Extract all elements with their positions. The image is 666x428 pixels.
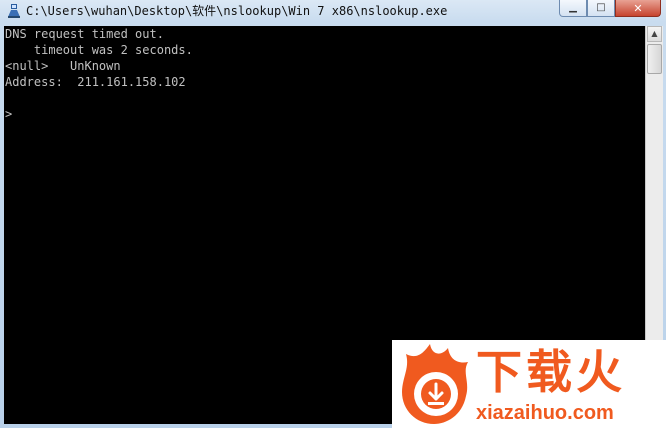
title-bar[interactable]: C:\Users\wuhan\Desktop\软件\nslookup\Win 7… [0, 0, 666, 22]
console-line: timeout was 2 seconds. [5, 43, 193, 57]
scroll-thumb[interactable] [647, 44, 662, 74]
console-app-icon [8, 4, 20, 18]
watermark: 下载火 xiazaihuo.com [392, 340, 666, 428]
watermark-url: xiazaihuo.com [476, 402, 614, 424]
console-line: DNS request timed out. [5, 27, 164, 41]
console-prompt[interactable]: > [4, 106, 645, 122]
watermark-brand: 下载火 [476, 345, 626, 399]
console-line: <null> UnKnown [5, 59, 121, 73]
minimize-button[interactable]: ▁ [559, 0, 587, 17]
maximize-button[interactable]: □ [587, 0, 615, 17]
window-title: C:\Users\wuhan\Desktop\软件\nslookup\Win 7… [26, 4, 448, 18]
close-button[interactable]: ✕ [615, 0, 661, 17]
flame-logo-icon [402, 344, 468, 424]
console-line: Address: 211.161.158.102 [5, 75, 186, 89]
console-window: C:\Users\wuhan\Desktop\软件\nslookup\Win 7… [0, 0, 666, 428]
scroll-up-button[interactable]: ▲ [647, 26, 662, 42]
caption-buttons: ▁ □ ✕ [559, 0, 661, 17]
